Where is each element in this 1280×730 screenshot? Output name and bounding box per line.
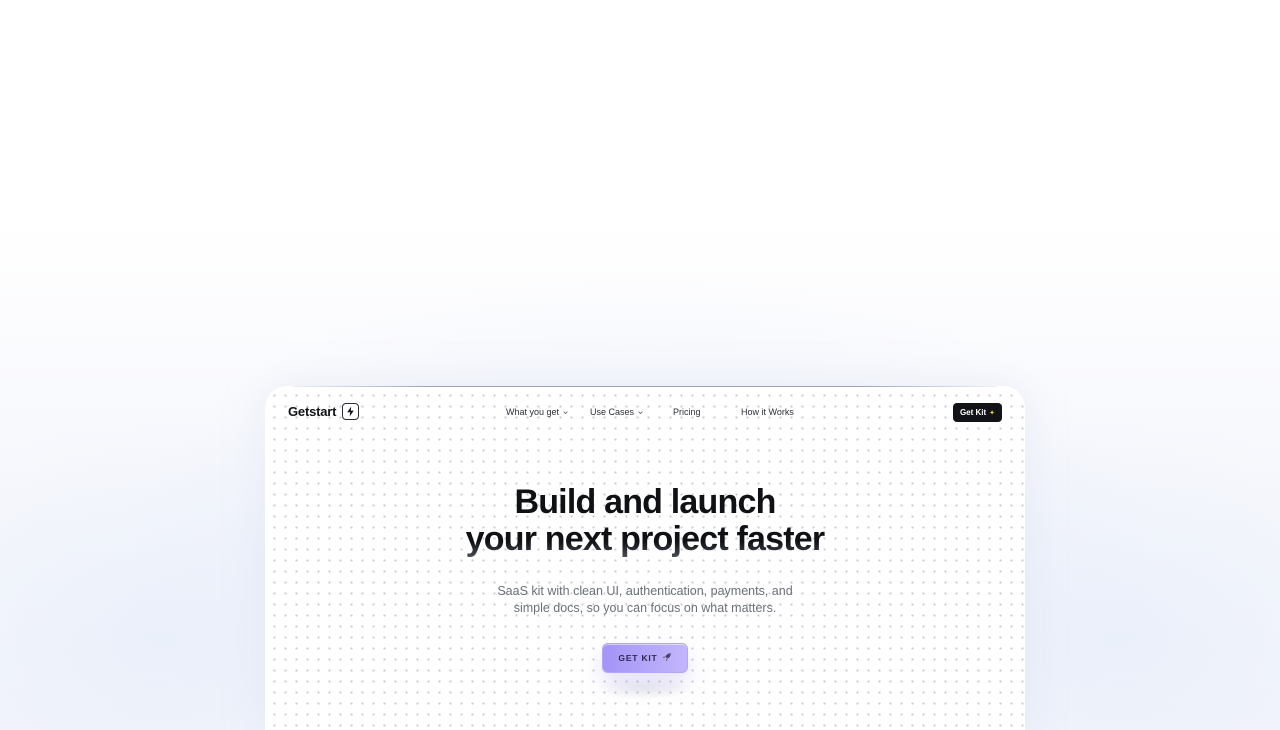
- top-navbar: Getstart What you get Use Cases Pricing …: [265, 386, 1025, 438]
- hero-title: Build and launch your next project faste…: [265, 484, 1025, 558]
- get-kit-hero-label: GET KIT: [618, 653, 658, 663]
- rocket-icon: [662, 652, 672, 664]
- hero-title-line2: your next project faster: [265, 521, 1025, 558]
- sparkle-icon: ✦: [989, 409, 996, 417]
- nav-item-use-cases[interactable]: Use Cases: [590, 407, 644, 417]
- hero-subtitle-line1: SaaS kit with clean UI, authentication, …: [497, 584, 793, 598]
- nav-item-label: Pricing: [673, 407, 701, 417]
- hero-subtitle: SaaS kit with clean UI, authentication, …: [465, 583, 825, 617]
- get-kit-nav-button[interactable]: Get Kit ✦: [953, 403, 1002, 422]
- nav-item-pricing[interactable]: Pricing: [673, 407, 701, 417]
- nav-item-label: Use Cases: [590, 407, 635, 417]
- get-kit-nav-label: Get Kit: [959, 408, 987, 417]
- nav-menu: What you get Use Cases Pricing How it Wo…: [265, 407, 1025, 421]
- landing-preview-card: Getstart What you get Use Cases Pricing …: [265, 386, 1025, 730]
- nav-item-label: How it Works: [741, 407, 794, 417]
- cta-shadow: [597, 676, 693, 700]
- chevron-down-icon: [563, 410, 568, 414]
- chevron-down-icon: [638, 410, 643, 414]
- hero-subtitle-line2: simple docs, so you can focus on what ma…: [513, 601, 777, 615]
- nav-item-what-you-get[interactable]: What you get: [506, 407, 569, 417]
- nav-item-how-it-works[interactable]: How it Works: [741, 407, 794, 417]
- get-kit-hero-button[interactable]: GET KIT: [602, 643, 688, 673]
- nav-item-label: What you get: [506, 407, 560, 417]
- hero-title-line1: Build and launch: [514, 483, 776, 521]
